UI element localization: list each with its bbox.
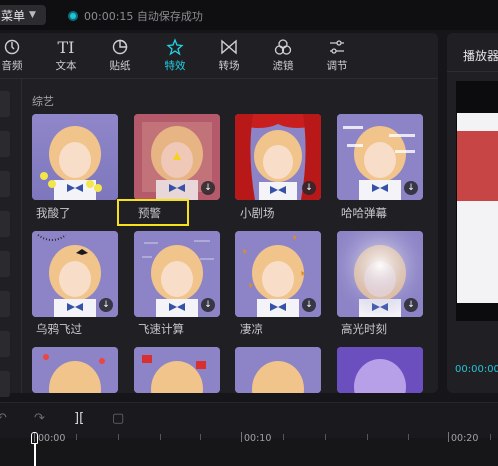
tick: [448, 432, 449, 442]
effect-card-hahadanmu[interactable]: ↓: [337, 114, 423, 200]
effect-label: 凄凉: [240, 322, 263, 336]
tick: [76, 434, 77, 440]
effect-label: 乌鸦飞过: [36, 322, 82, 336]
split-icon[interactable]: ][: [74, 411, 84, 426]
tick-label: 00:10: [244, 433, 272, 444]
effect-label: 高光时刻: [341, 322, 387, 336]
effect-card[interactable]: [235, 347, 321, 393]
tab-filter[interactable]: 滤镜: [265, 37, 301, 75]
text-icon: TI: [57, 37, 75, 57]
effect-card-feisujisuan[interactable]: ↓: [134, 231, 220, 317]
tick: [241, 432, 242, 442]
delete-icon[interactable]: ▢: [112, 411, 124, 426]
highlight-box: [117, 199, 189, 226]
effect-label: 小剧场: [240, 206, 275, 220]
playhead-handle[interactable]: [31, 432, 38, 444]
download-icon[interactable]: ↓: [404, 181, 418, 195]
category-tabs: 音频 TI 文本 贴纸 特效 转场 滤镜 调节: [0, 33, 438, 77]
player-time: 00:00:00: [455, 364, 498, 375]
player-divider: [447, 71, 498, 72]
menu-button[interactable]: 菜单 ▼: [0, 5, 46, 25]
sidebar-item[interactable]: [0, 331, 10, 357]
category-sidebar: [0, 79, 22, 397]
autosave-text: 00:00:15 自动保存成功: [84, 10, 203, 23]
video-preview[interactable]: [456, 81, 498, 321]
adjust-icon: [328, 37, 346, 57]
download-icon[interactable]: ↓: [404, 298, 418, 312]
tab-audio[interactable]: 音频: [0, 37, 30, 75]
sidebar-item[interactable]: [0, 211, 10, 237]
download-icon[interactable]: ↓: [302, 181, 316, 195]
download-icon[interactable]: ↓: [201, 298, 215, 312]
redo-icon[interactable]: ↷: [34, 411, 45, 426]
tab-text[interactable]: TI 文本: [48, 37, 84, 75]
tab-effects[interactable]: 特效: [157, 37, 193, 75]
sidebar-item[interactable]: [0, 131, 10, 157]
download-icon[interactable]: ↓: [201, 181, 215, 195]
preview-banner: [457, 131, 498, 201]
section-title: 综艺: [32, 95, 54, 108]
audio-icon: [4, 37, 20, 57]
effect-label: 哈哈弹幕: [341, 206, 387, 220]
transition-icon: [220, 37, 238, 57]
top-bar: 菜单 ▼ 00:00:15 自动保存成功: [0, 0, 498, 30]
tick-label: 00:20: [451, 433, 479, 444]
effect-card-wosuanle[interactable]: [32, 114, 118, 200]
playhead-line[interactable]: [34, 444, 36, 466]
sidebar-item[interactable]: [0, 291, 10, 317]
tab-sticker[interactable]: 贴纸: [102, 37, 138, 75]
tick: [118, 434, 119, 440]
tick: [490, 434, 491, 440]
thumbnail-image: [337, 347, 423, 393]
sidebar-item[interactable]: [0, 371, 10, 397]
save-status-icon: [68, 11, 78, 21]
undo-icon[interactable]: ↶: [0, 411, 7, 426]
filter-icon: [274, 37, 292, 57]
tab-transition[interactable]: 转场: [211, 37, 247, 75]
chevron-down-icon: ▼: [29, 10, 36, 20]
effect-label: 飞速计算: [138, 322, 184, 336]
thumbnail-image: [32, 347, 118, 393]
tick-label: 00:00: [38, 433, 66, 444]
tab-adjust[interactable]: 调节: [319, 37, 355, 75]
download-icon[interactable]: ↓: [99, 298, 113, 312]
tick: [283, 434, 284, 440]
effect-label: 我酸了: [36, 206, 71, 220]
thumbnail-image: [134, 347, 220, 393]
player-title: 播放器: [463, 49, 498, 63]
tab-divider: [0, 78, 438, 79]
thumbnail-image: [235, 347, 321, 393]
thumbnail-image: [32, 114, 118, 200]
sidebar-item[interactable]: [0, 251, 10, 277]
effect-card-gaoguangshike[interactable]: ↓: [337, 231, 423, 317]
effect-card-qiliang[interactable]: ↓: [235, 231, 321, 317]
sidebar-item[interactable]: [0, 171, 10, 197]
tick: [408, 434, 409, 440]
download-icon[interactable]: ↓: [302, 298, 316, 312]
autosave-status: 00:00:15 自动保存成功: [68, 8, 203, 24]
effect-card[interactable]: [337, 347, 423, 393]
sticker-icon: [112, 37, 128, 57]
tick: [160, 434, 161, 440]
tick: [325, 434, 326, 440]
tick: [200, 434, 201, 440]
tick: [367, 434, 368, 440]
sidebar-item[interactable]: [0, 91, 10, 117]
player-panel: 播放器 00:00:00: [447, 33, 498, 393]
effect-card-xiaojuchang[interactable]: ↓: [235, 114, 321, 200]
menu-label: 菜单: [1, 8, 26, 23]
effects-icon: [166, 37, 184, 57]
effect-card-yujing[interactable]: ↓: [134, 114, 220, 200]
effect-card[interactable]: [32, 347, 118, 393]
effect-card-wuyafeiguo[interactable]: ↓: [32, 231, 118, 317]
effect-card[interactable]: [134, 347, 220, 393]
